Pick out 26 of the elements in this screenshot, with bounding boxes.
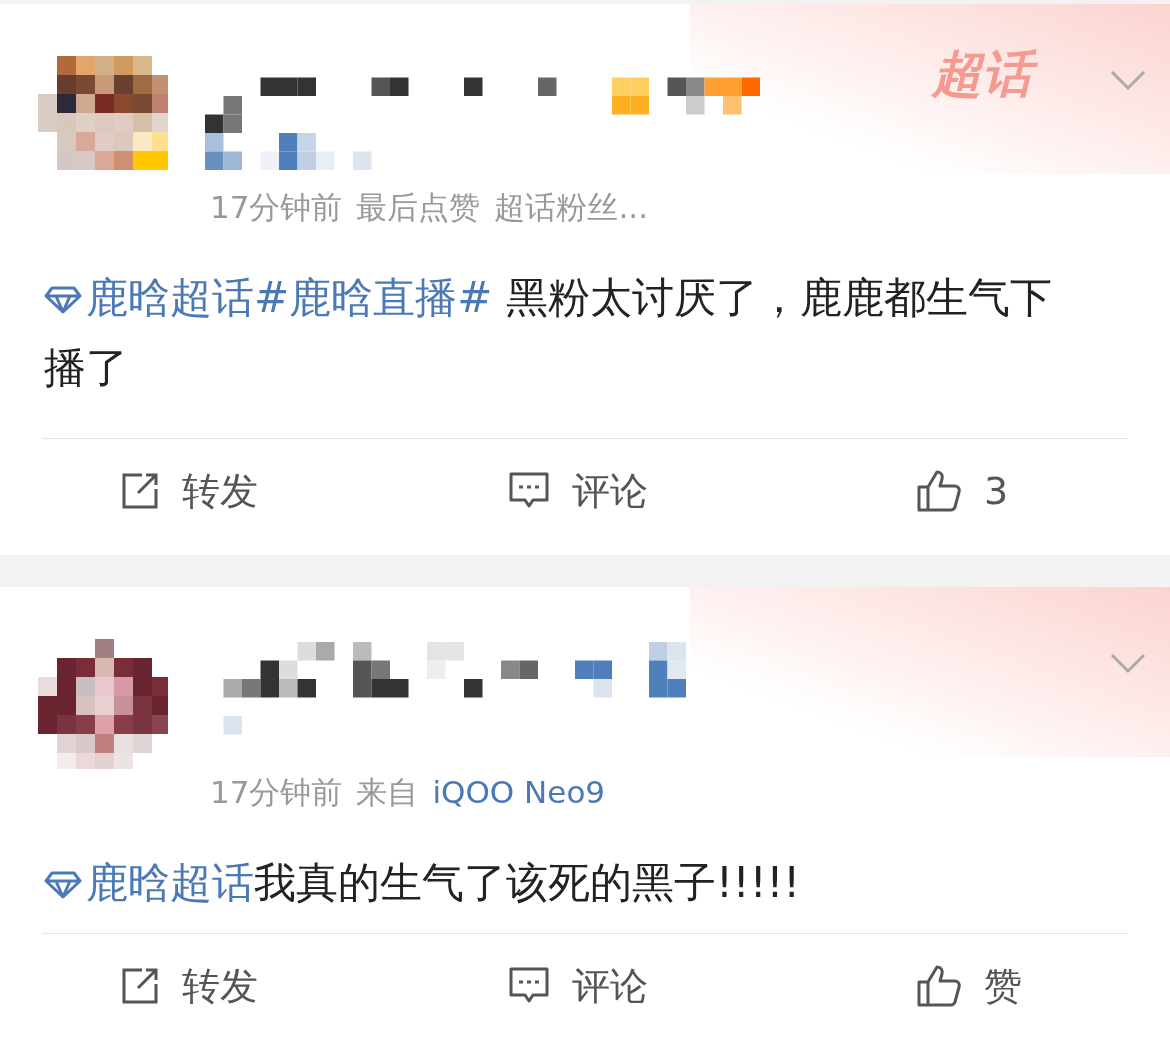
repost-button[interactable]: 转发 xyxy=(120,964,508,1008)
post-text: 鹿晗超话#鹿晗直播# 黑粉太讨厌了，鹿鹿都生气下播了 xyxy=(44,272,1053,394)
share-icon xyxy=(120,471,160,511)
diamond-icon xyxy=(44,871,82,899)
chevron-down-icon[interactable] xyxy=(1110,653,1146,675)
like-button[interactable]: 3 xyxy=(916,469,1009,513)
post-meta: 超话粉丝... xyxy=(494,192,648,223)
post-meta: 17分钟前 xyxy=(210,777,343,808)
post-meta: 来自 xyxy=(356,777,419,808)
repost-button[interactable]: 转发 xyxy=(120,469,508,513)
super-topic-label: 超话 xyxy=(924,42,1040,107)
like-button[interactable]: 赞 xyxy=(916,964,1022,1008)
thumbs-up-icon xyxy=(916,964,962,1008)
hashtag-link[interactable]: #鹿晗直播# xyxy=(254,273,493,322)
share-icon xyxy=(120,966,160,1006)
super-topic-link[interactable]: 鹿晗超话 xyxy=(44,273,254,322)
chevron-down-icon[interactable] xyxy=(1110,70,1146,92)
diamond-icon xyxy=(44,286,82,314)
post-meta: 最后点赞 xyxy=(356,192,481,223)
post-meta: 17分钟前 xyxy=(210,192,343,223)
thumbs-up-icon xyxy=(916,469,962,513)
device-link[interactable]: iQOO Neo9 xyxy=(432,777,606,808)
post-text: 鹿晗超话我真的生气了该死的黑子!!!!! xyxy=(44,848,1090,918)
super-topic-link[interactable]: 鹿晗超话 xyxy=(44,858,254,907)
comment-button[interactable]: 评论 xyxy=(508,469,916,513)
comment-button[interactable]: 评论 xyxy=(508,964,916,1008)
